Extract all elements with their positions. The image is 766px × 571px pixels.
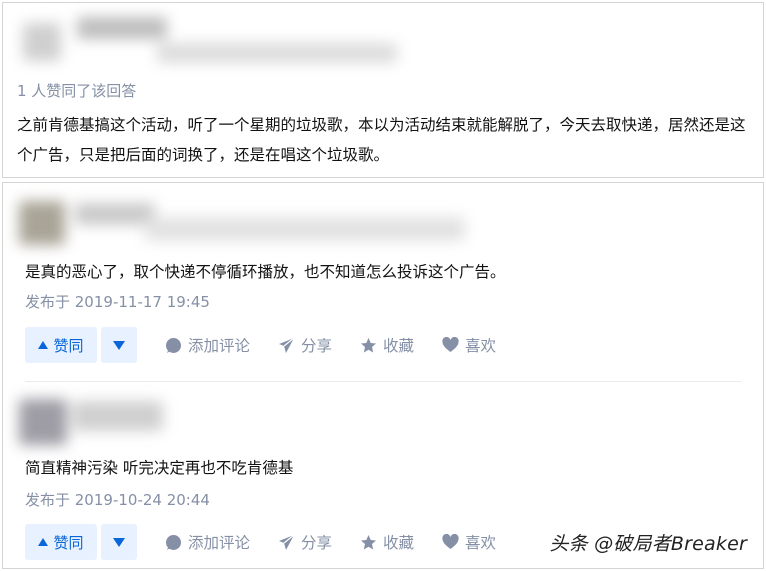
triangle-down-icon: [113, 340, 125, 350]
comment-2-date: 发布于 2019-10-24 20:44: [25, 491, 210, 509]
comment-1-author-blurred: [15, 197, 471, 249]
like-label: 喜欢: [465, 337, 497, 355]
add-comment-label: 添加评论: [188, 337, 251, 355]
vote-up-label: 赞同: [53, 534, 84, 552]
vote-up-button[interactable]: 赞同: [25, 327, 97, 363]
comment-divider: [25, 381, 741, 382]
heart-icon: [442, 337, 459, 352]
star-icon: [361, 534, 377, 549]
share-label: 分享: [301, 337, 333, 355]
share-button[interactable]: 分享: [278, 531, 332, 553]
like-button[interactable]: 喜欢: [442, 334, 496, 356]
triangle-down-icon: [113, 537, 125, 547]
paper-plane-icon: [279, 337, 295, 353]
triangle-up-icon: [38, 538, 49, 546]
comment-2-action-bar: 赞同 添加评论 分享 收藏 喜欢: [25, 524, 496, 560]
like-button[interactable]: 喜欢: [442, 531, 496, 553]
heart-icon: [442, 534, 459, 549]
paper-plane-icon: [279, 534, 295, 550]
add-comment-label: 添加评论: [188, 534, 251, 552]
comment-2-content: 简直精神污染 听完决定再也不吃肯德基: [25, 459, 294, 477]
triangle-up-icon: [38, 341, 49, 349]
collect-button[interactable]: 收藏: [360, 531, 414, 553]
share-button[interactable]: 分享: [278, 334, 332, 356]
vote-up-button[interactable]: 赞同: [25, 524, 97, 560]
author-header-blurred: [17, 13, 407, 71]
comment-1-date: 发布于 2019-11-17 19:45: [25, 293, 210, 311]
add-comment-button[interactable]: 添加评论: [165, 531, 250, 553]
collect-button[interactable]: 收藏: [360, 334, 414, 356]
collect-label: 收藏: [383, 534, 415, 552]
add-comment-button[interactable]: 添加评论: [165, 334, 250, 356]
comments-card: 是真的恶心了，取个快递不停循环播放，也不知道怎么投诉这个广告。 发布于 2019…: [2, 182, 764, 569]
answer-content: 之前肯德基搞这个活动，听了一个星期的垃圾歌，本以为活动结束就能解脱了，今天去取快…: [17, 116, 746, 164]
vote-down-button[interactable]: [101, 524, 137, 560]
answer-card-top: 1 人赞同了该回答 之前肯德基搞这个活动，听了一个星期的垃圾歌，本以为活动结束就…: [2, 2, 764, 178]
vote-up-label: 赞同: [53, 337, 84, 355]
endorse-count-text: 1 人赞同了该回答: [17, 82, 137, 100]
share-label: 分享: [301, 534, 333, 552]
comment-1-action-bar: 赞同 添加评论 分享 收藏 喜欢: [25, 327, 496, 363]
comment-bubble-icon: [166, 534, 181, 550]
comment-bubble-icon: [166, 337, 181, 353]
star-icon: [361, 337, 377, 352]
vote-down-button[interactable]: [101, 327, 137, 363]
watermark-text: 头条 @破局者Breaker: [549, 533, 747, 555]
comment-1-content: 是真的恶心了，取个快递不停循环播放，也不知道怎么投诉这个广告。: [25, 263, 506, 281]
like-label: 喜欢: [465, 534, 497, 552]
comment-2-author-blurred: [15, 393, 175, 451]
collect-label: 收藏: [383, 337, 415, 355]
